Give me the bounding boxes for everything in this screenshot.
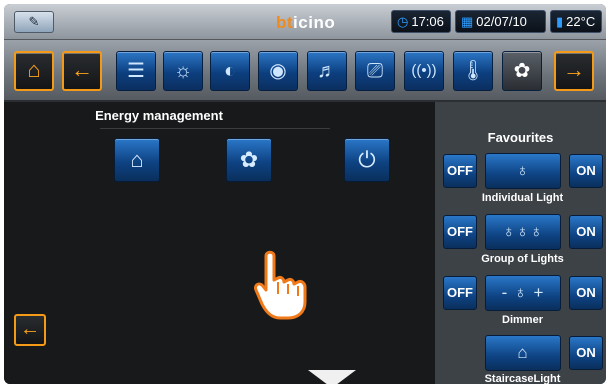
alarm-button[interactable]: ((•))	[404, 51, 444, 91]
page-back-button[interactable]: ←	[14, 314, 46, 346]
group-lights-off-button[interactable]: OFF	[443, 215, 477, 249]
pointing-hand-icon	[254, 250, 307, 320]
staircase-light-label: StaircaseLight	[484, 373, 561, 384]
individual-light-on-button[interactable]: ON	[569, 154, 603, 188]
favourites-title: Favourites	[487, 130, 554, 145]
date-text: 02/07/10	[476, 14, 527, 29]
scenario-icon: ◐	[223, 60, 237, 82]
home-icon: ⌂	[27, 57, 41, 82]
pen-icon[interactable]: ✎	[14, 11, 54, 33]
energy-button[interactable]: ✿	[502, 51, 542, 91]
forward-button[interactable]: →	[554, 51, 594, 91]
thermometer-icon: 🌡	[460, 60, 486, 82]
date-display: ▦ 02/07/10	[455, 10, 546, 33]
dimmer-off-button[interactable]: OFF	[443, 276, 477, 310]
scenarios-button[interactable]: ◐	[210, 51, 250, 91]
multimedia-button[interactable]: ♬	[307, 51, 347, 91]
staircase-light-icon: ⌂	[517, 343, 529, 362]
alarm-icon: ((•))	[411, 62, 437, 79]
film-music-icon: ♬	[317, 60, 337, 82]
thermo-button[interactable]: 🌡	[453, 51, 493, 91]
touch-screen: ✎ bticino ◷ 17:06 ▦ 02/07/10 ▮ 22°C ⌂ ← ☰ ☼…	[4, 4, 606, 384]
load-control-button[interactable]: ⏻	[344, 138, 390, 182]
arrow-left-icon: ←	[20, 318, 40, 340]
light-bulb-icon: ♁	[516, 161, 530, 180]
individual-light-off-button[interactable]: OFF	[443, 154, 477, 188]
individual-light-label: Individual Light	[481, 192, 564, 204]
function-toolbar: ⌂ ← ☰ ☼ ◐ ◉ ♬ ⎚ ((•)) 🌡 ✿ →	[4, 40, 606, 102]
audio-button[interactable]: ◉	[258, 51, 298, 91]
group-lights-button[interactable]: ♁♁♁	[485, 214, 561, 250]
shutters-icon: ☰	[127, 60, 145, 82]
staircase-light-button[interactable]: ⌂	[485, 335, 561, 371]
dimmer-bulb-icon: - ♁ +	[501, 283, 545, 302]
clock-display: ◷ 17:06	[391, 10, 451, 33]
plug-socket-icon: ⏻	[358, 147, 376, 172]
temperature-text: 22°C	[566, 14, 596, 29]
video-door-button[interactable]: ⎚	[355, 51, 395, 91]
dimmer-button[interactable]: - ♁ +	[485, 275, 561, 311]
staircase-light-on-button[interactable]: ON	[569, 336, 603, 370]
page-title: Energy management	[95, 108, 223, 123]
energy-data-button[interactable]: ✿	[226, 138, 272, 182]
back-button[interactable]: ←	[62, 51, 102, 91]
dimmer-label: Dimmer	[502, 314, 543, 326]
group-lights-on-button[interactable]: ON	[569, 215, 603, 249]
supervision-button[interactable]: ⌂	[114, 138, 160, 182]
light-bulb-icon: ☼	[173, 60, 193, 82]
thermometer-icon: ▮	[556, 14, 564, 29]
shutters-button[interactable]: ☰	[116, 51, 156, 91]
house-search-icon: ⌂	[130, 147, 144, 172]
temperature-display: ▮ 22°C	[550, 10, 602, 33]
group-lights-label: Group of Lights	[481, 253, 564, 265]
video-door-icon: ⎚	[367, 60, 383, 82]
light-bulbs-icon: ♁♁♁	[502, 222, 544, 241]
energy-flower-icon: ✿	[513, 60, 531, 82]
calendar-icon: ▦	[461, 14, 474, 29]
favourites-panel: Favourites OFF ♁ ON Individual Light OFF…	[435, 102, 606, 384]
energy-flower-icon: ✿	[239, 147, 259, 172]
arrow-right-icon: →	[563, 57, 585, 82]
down-arrow-icon[interactable]	[308, 370, 356, 384]
energy-management-panel: Energy management ⌂ ✿ ⏻ ←	[4, 102, 435, 384]
individual-light-button[interactable]: ♁	[485, 153, 561, 189]
clock-icon: ◷	[397, 14, 409, 29]
arrow-left-icon: ←	[71, 57, 93, 82]
status-bar: ✎ bticino ◷ 17:06 ▦ 02/07/10 ▮ 22°C	[4, 4, 606, 40]
speaker-icon: ◉	[269, 60, 287, 82]
dimmer-on-button[interactable]: ON	[569, 276, 603, 310]
title-divider	[100, 128, 330, 129]
brand-logo: bticino	[276, 13, 336, 32]
time-text: 17:06	[411, 14, 444, 29]
home-button[interactable]: ⌂	[14, 51, 54, 91]
lighting-button[interactable]: ☼	[163, 51, 203, 91]
